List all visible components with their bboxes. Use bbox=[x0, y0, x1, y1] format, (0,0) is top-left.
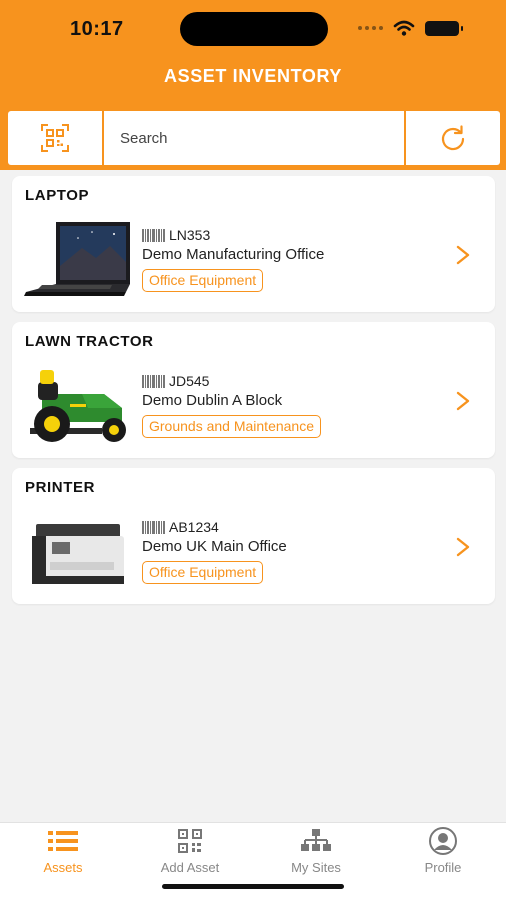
tab-label: Add Asset bbox=[160, 860, 220, 875]
lawn-tractor-image bbox=[30, 370, 126, 442]
home-indicator bbox=[162, 884, 344, 889]
category-badge: Grounds and Maintenance bbox=[142, 415, 321, 438]
sitemap-icon bbox=[301, 829, 331, 851]
asset-name: PRINTER bbox=[25, 479, 96, 496]
battery-icon bbox=[425, 20, 463, 36]
refresh-icon bbox=[441, 125, 465, 151]
asset-code: LN353 bbox=[169, 227, 211, 243]
chevron-right-icon bbox=[456, 391, 470, 411]
tab-assets[interactable]: Assets bbox=[0, 827, 126, 877]
asset-site: Demo Dublin A Block bbox=[142, 392, 283, 409]
laptop-image bbox=[24, 222, 130, 296]
tab-label: Profile bbox=[424, 860, 462, 875]
status-icons bbox=[358, 20, 463, 36]
category-badge: Office Equipment bbox=[142, 561, 264, 584]
list-icon bbox=[48, 831, 78, 851]
page-title: ASSET INVENTORY bbox=[163, 66, 343, 86]
tab-add-asset[interactable]: Add Asset bbox=[127, 827, 253, 877]
asset-code: JD545 bbox=[169, 373, 210, 389]
tab-label: Assets bbox=[43, 860, 83, 875]
dynamic-island bbox=[180, 12, 328, 46]
barcode-icon bbox=[142, 228, 165, 242]
asset-code-line: LN353 bbox=[142, 227, 210, 243]
signal-dots-icon bbox=[358, 26, 383, 30]
asset-name: LAWN TRACTOR bbox=[25, 333, 154, 350]
refresh-button[interactable] bbox=[404, 111, 500, 165]
asset-site: Demo UK Main Office bbox=[142, 538, 287, 555]
printer-image bbox=[32, 524, 124, 584]
asset-name: LAPTOP bbox=[25, 187, 90, 204]
wifi-icon bbox=[393, 20, 415, 36]
search-input[interactable] bbox=[106, 111, 402, 165]
chevron-right-icon bbox=[456, 537, 470, 557]
chevron-right-icon bbox=[456, 245, 470, 265]
tab-my-sites[interactable]: My Sites bbox=[253, 827, 379, 877]
barcode-icon bbox=[142, 374, 165, 388]
asset-site: Demo Manufacturing Office bbox=[142, 246, 325, 263]
asset-card-lawn-tractor[interactable]: LAWN TRACTOR JD545 Demo Dublin A Block G… bbox=[12, 322, 495, 458]
search-bar bbox=[8, 111, 500, 165]
asset-list: LAPTOP LN353 Demo Manufacturing Office O… bbox=[12, 176, 495, 614]
status-time: 10:17 bbox=[70, 18, 124, 40]
asset-card-printer[interactable]: PRINTER AB1234 Demo UK Main Office Offic… bbox=[12, 468, 495, 604]
barcode-icon bbox=[142, 520, 165, 534]
app-header: 10:17 ASSET INVENTORY bbox=[0, 0, 506, 170]
qr-scan-icon bbox=[41, 124, 69, 152]
status-bar: 10:17 bbox=[0, 0, 506, 58]
asset-code-line: AB1234 bbox=[142, 519, 219, 535]
qr-code-icon bbox=[178, 829, 202, 853]
user-circle-icon bbox=[429, 827, 457, 855]
asset-code: AB1234 bbox=[169, 519, 219, 535]
tab-label: My Sites bbox=[291, 860, 341, 875]
asset-card-laptop[interactable]: LAPTOP LN353 Demo Manufacturing Office O… bbox=[12, 176, 495, 312]
scan-button[interactable] bbox=[8, 111, 104, 165]
category-badge: Office Equipment bbox=[142, 269, 264, 292]
asset-code-line: JD545 bbox=[142, 373, 209, 389]
tab-profile[interactable]: Profile bbox=[380, 827, 506, 877]
